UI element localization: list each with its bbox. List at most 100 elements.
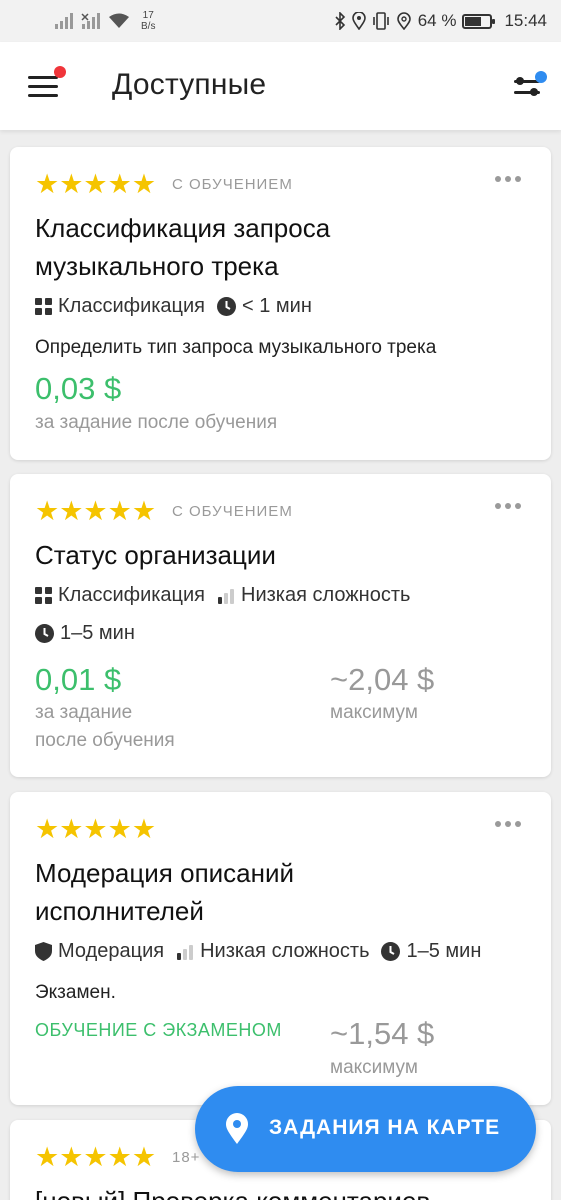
- grid-icon: [35, 587, 52, 604]
- location-icon: [351, 12, 366, 30]
- training-badge: С ОБУЧЕНИЕМ: [172, 176, 293, 193]
- battery-level: [465, 16, 481, 26]
- dot: [515, 176, 521, 182]
- clock-icon: [35, 624, 54, 643]
- network-speed-value: 17: [142, 10, 154, 21]
- training-exam-label: ОБУЧЕНИЕ С ЭКЗАМЕНОМ: [35, 1020, 282, 1040]
- task-price: 0,03 $: [35, 371, 122, 406]
- network-speed-unit: B/s: [141, 21, 156, 32]
- task-meta: Модерация Низкая сложность 1–5 мин: [35, 940, 493, 963]
- battery-icon: [462, 13, 496, 29]
- dot: [505, 503, 511, 509]
- signal-icon: [55, 13, 73, 29]
- clock: 15:44: [504, 11, 547, 30]
- rating-stars: ★★★★★: [35, 1144, 156, 1171]
- bluetooth-icon: [335, 12, 345, 30]
- more-dots-icon: [495, 503, 501, 509]
- network-speed: 17 B/s: [141, 10, 155, 32]
- task-difficulty-label: Низкая сложность: [200, 940, 370, 962]
- max-price: ~2,04 $: [330, 662, 435, 697]
- task-title-line: музыкального трека: [35, 251, 279, 281]
- price-note: за задание после обучения: [35, 699, 175, 755]
- star-icons: ★★★★★: [35, 814, 157, 844]
- task-duration: 1–5 мин: [35, 622, 135, 645]
- alarm-icon: [396, 12, 411, 30]
- task-meta: 1–5 мин: [35, 622, 147, 645]
- rating-stars: ★★★★★: [35, 171, 156, 198]
- task-title-line: Модерация описаний: [35, 858, 295, 888]
- signal-no-sim-icon: [81, 13, 100, 29]
- age-badge: 18+: [172, 1149, 201, 1166]
- star-icons: ★★★★★: [35, 496, 157, 526]
- task-duration-label: 1–5 мин: [60, 622, 135, 644]
- map-tasks-label: ЗАДАНИЯ НА КАРТЕ: [269, 1116, 501, 1139]
- training-badge: С ОБУЧЕНИЕМ: [172, 503, 293, 520]
- filter-active-dot: [535, 71, 547, 83]
- task-category-label: Классификация: [58, 584, 206, 606]
- map-tasks-button[interactable]: ЗАДАНИЯ НА КАРТЕ: [195, 1086, 536, 1172]
- difficulty-bars-icon: [217, 588, 235, 604]
- clock-icon: [381, 942, 401, 961]
- dot: [505, 821, 511, 827]
- task-duration-label: 1–5 мин: [406, 940, 482, 962]
- more-options-button[interactable]: [495, 503, 521, 509]
- battery-percent: 64 %: [417, 11, 457, 30]
- task-meta: Классификация < 1 мин: [35, 295, 324, 318]
- difficulty-bars-icon: [176, 944, 194, 960]
- more-dots-icon: [495, 176, 501, 182]
- clock-icon: [217, 297, 237, 316]
- more-options-button[interactable]: [495, 821, 521, 827]
- task-description: Определить тип запроса музыкального трек…: [35, 337, 437, 358]
- dot: [505, 176, 511, 182]
- menu-button[interactable]: [28, 66, 66, 98]
- task-difficulty: Низкая сложность: [217, 584, 410, 607]
- task-price: 0,01 $: [35, 662, 122, 697]
- status-bar: 17 B/s 64 % 15:44: [0, 0, 561, 42]
- price-note: за задание после обучения: [35, 412, 278, 433]
- task-category-label: Модерация: [58, 940, 165, 962]
- page-title: Доступные: [112, 68, 267, 101]
- task-title: [новый] Проверка комментариев: [35, 1182, 525, 1200]
- max-price-label: максимум: [330, 702, 418, 723]
- task-card[interactable]: ★★★★★ Модерация описаний исполнителей Мо…: [10, 792, 551, 1105]
- task-category-label: Классификация: [58, 295, 206, 317]
- task-meta: Классификация Низкая сложность: [35, 584, 422, 607]
- task-difficulty: Низкая сложность: [176, 940, 369, 963]
- vibrate-icon: [372, 12, 389, 30]
- task-card[interactable]: ★★★★★ С ОБУЧЕНИЕМ Классификация запроса …: [10, 147, 551, 460]
- price-note-line: за задание: [35, 702, 133, 723]
- task-duration: 1–5 мин: [381, 940, 481, 963]
- more-dots-icon: [495, 821, 501, 827]
- star-icons: ★★★★★: [35, 169, 157, 199]
- price-note-line: после обучения: [35, 730, 175, 751]
- shield-icon: [35, 942, 52, 961]
- more-options-button[interactable]: [495, 176, 521, 182]
- task-title: Классификация запроса музыкального трека: [35, 209, 525, 285]
- max-price: ~1,54 $: [330, 1016, 435, 1051]
- task-title-line: Классификация запроса: [35, 213, 331, 243]
- map-pin-icon: [225, 1113, 249, 1150]
- task-duration: < 1 мин: [217, 295, 312, 318]
- grid-icon: [35, 298, 52, 315]
- max-price-label: максимум: [330, 1057, 418, 1078]
- dot: [515, 821, 521, 827]
- notification-dot: [54, 66, 66, 78]
- hamburger-icon-line: [28, 85, 58, 88]
- app-bar: Доступные: [0, 42, 561, 130]
- hamburger-icon: [28, 76, 58, 79]
- task-title-line: исполнителей: [35, 896, 204, 926]
- slider-knob: [516, 77, 524, 85]
- task-title: Модерация описаний исполнителей: [35, 854, 525, 930]
- task-duration-label: < 1 мин: [242, 295, 312, 317]
- task-description: Экзамен.: [35, 982, 116, 1003]
- wifi-icon: [109, 13, 129, 28]
- task-card[interactable]: ★★★★★ С ОБУЧЕНИЕМ Статус организации Кла…: [10, 474, 551, 777]
- filter-button[interactable]: [512, 71, 547, 102]
- status-icons-right: 64 % 15:44: [334, 11, 547, 31]
- status-icons-left: 17 B/s: [54, 10, 155, 32]
- task-category: Модерация: [35, 940, 164, 963]
- task-difficulty-label: Низкая сложность: [241, 584, 411, 606]
- rating-stars: ★★★★★: [35, 816, 156, 843]
- rating-stars: ★★★★★: [35, 498, 156, 525]
- dot: [515, 503, 521, 509]
